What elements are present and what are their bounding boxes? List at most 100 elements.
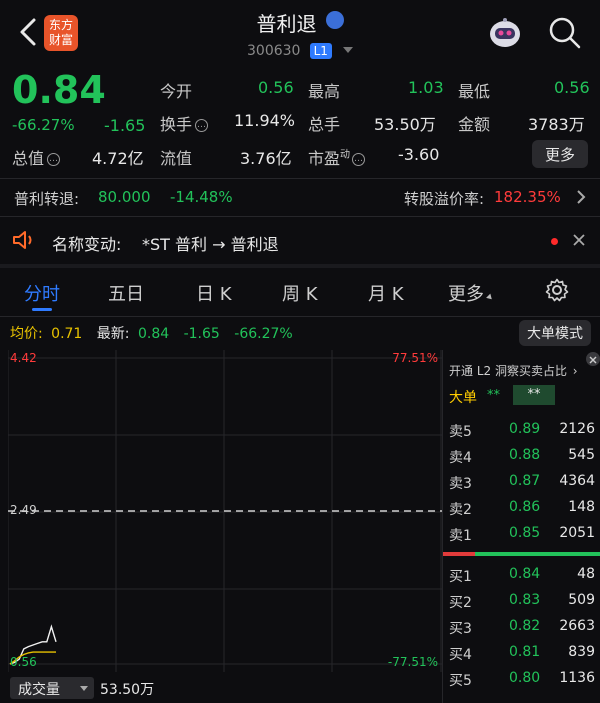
bid-row[interactable]: 买2 0.83 509 bbox=[443, 589, 600, 613]
tab-more[interactable]: 更多 bbox=[448, 280, 494, 306]
ask-row[interactable]: 卖4 0.88 545 bbox=[443, 444, 600, 468]
ask-level-label: 卖1 bbox=[449, 528, 472, 544]
chevron-down-icon bbox=[80, 686, 88, 691]
bid-row[interactable]: 买5 0.80 1136 bbox=[443, 667, 600, 691]
chart-info-row: 均价: 0.71 最新: 0.84 -1.65 -66.27% bbox=[10, 323, 293, 343]
bid-volume: 48 bbox=[577, 566, 595, 582]
bid-price: 0.82 bbox=[509, 618, 541, 634]
robot-assistant-icon[interactable] bbox=[486, 14, 524, 52]
ask-row[interactable]: 卖1 0.85 2051 bbox=[443, 522, 600, 546]
tab-weekly-k[interactable]: 周 K bbox=[282, 280, 318, 306]
float-value: 3.76亿 bbox=[240, 149, 292, 168]
bid-row[interactable]: 买1 0.84 48 bbox=[443, 563, 600, 587]
change-pct: -66.27% bbox=[12, 116, 75, 134]
bid-row[interactable]: 买4 0.81 839 bbox=[443, 641, 600, 665]
tab-active-indicator bbox=[32, 308, 52, 311]
pct-axis-bottom: -77.51% bbox=[387, 655, 438, 669]
bid-price: 0.80 bbox=[509, 670, 541, 686]
low-value: 0.56 bbox=[554, 78, 590, 97]
big-order-label: 大单 bbox=[449, 390, 477, 406]
info-icon[interactable]: … bbox=[195, 119, 209, 132]
open-value: 0.56 bbox=[258, 78, 294, 97]
tab-monthly-k[interactable]: 月 K bbox=[368, 280, 404, 306]
ask-price: 0.86 bbox=[509, 499, 541, 515]
chart-canvas bbox=[8, 350, 442, 672]
notice-label: 名称变动: bbox=[52, 235, 122, 254]
change-value: -1.65 bbox=[104, 116, 146, 135]
intraday-chart[interactable]: 4.42 2.49 0.56 77.51% -77.51% bbox=[8, 350, 442, 672]
pe-label: 市盈动… bbox=[308, 149, 366, 168]
ask-row[interactable]: 卖5 0.89 2126 bbox=[443, 418, 600, 442]
ask-row[interactable]: 卖2 0.86 148 bbox=[443, 496, 600, 520]
last-price: 0.84 bbox=[12, 68, 106, 112]
tab-daily-k[interactable]: 日 K bbox=[196, 280, 232, 306]
stock-code: 300630 bbox=[247, 43, 301, 59]
bond-label: 普利转退: bbox=[14, 190, 80, 208]
bid-level-label: 买3 bbox=[449, 621, 472, 637]
tab-five-day[interactable]: 五日 bbox=[108, 280, 144, 306]
open-label: 今开 bbox=[160, 82, 193, 101]
info-icon[interactable]: … bbox=[47, 153, 61, 166]
chevron-down-icon bbox=[342, 47, 353, 53]
high-value: 1.03 bbox=[408, 78, 444, 97]
bond-price: 80.000 bbox=[98, 188, 151, 206]
close-icon[interactable] bbox=[586, 352, 600, 366]
ask-volume: 2051 bbox=[559, 525, 595, 541]
bond-row[interactable]: 普利转退: 80.000 -14.48% 转股溢价率: 182.35% bbox=[0, 180, 600, 214]
bid-level-label: 买5 bbox=[449, 673, 472, 689]
ask-row[interactable]: 卖3 0.87 4364 bbox=[443, 470, 600, 494]
volume-selector[interactable]: 成交量 bbox=[10, 677, 94, 699]
chevron-right-icon bbox=[576, 189, 586, 209]
triangle-icon bbox=[486, 293, 494, 302]
ask-price: 0.87 bbox=[509, 473, 541, 489]
low-label: 最低 bbox=[458, 82, 491, 101]
notice-text: *ST 普利 → 普利退 bbox=[142, 235, 279, 254]
ask-level-label: 卖3 bbox=[449, 476, 472, 492]
close-icon[interactable] bbox=[572, 232, 586, 251]
search-icon[interactable] bbox=[548, 16, 582, 50]
divider bbox=[0, 178, 600, 179]
bid-ask-ratio-bar bbox=[443, 552, 600, 556]
tab-intraday[interactable]: 分时 bbox=[24, 280, 60, 306]
volume-value: 53.50万 bbox=[374, 115, 436, 134]
bid-price: 0.84 bbox=[509, 566, 541, 582]
bid-ratio-segment bbox=[443, 552, 475, 556]
l2-banner[interactable]: 开通 L2 洞察买卖占比 › bbox=[449, 362, 578, 379]
bid-price: 0.81 bbox=[509, 644, 541, 660]
ask-volume: 545 bbox=[568, 447, 595, 463]
ask-level-label: 卖4 bbox=[449, 450, 472, 466]
notice-bar[interactable]: 名称变动: *ST 普利 → 普利退 bbox=[0, 222, 600, 258]
ask-level-label: 卖5 bbox=[449, 424, 472, 440]
total-value-label: 总值… bbox=[12, 149, 61, 168]
ask-price: 0.88 bbox=[509, 447, 541, 463]
ask-volume: 4364 bbox=[559, 473, 595, 489]
order-book-panel: 开通 L2 洞察买卖占比 › 大单 ** ** 卖5 0.89 2126 卖4 0.88… bbox=[442, 350, 600, 703]
ask-price: 0.85 bbox=[509, 525, 541, 541]
latest-change-pct: -66.27% bbox=[234, 326, 293, 342]
section-gap bbox=[0, 264, 600, 268]
bid-level-label: 买2 bbox=[449, 595, 472, 611]
speaker-icon bbox=[12, 230, 36, 254]
bid-row[interactable]: 买3 0.82 2663 bbox=[443, 615, 600, 639]
volume-selector-label: 成交量 bbox=[18, 682, 60, 698]
pe-value: -3.60 bbox=[398, 145, 440, 164]
avg-label: 均价: bbox=[10, 326, 43, 342]
premium-label: 转股溢价率: bbox=[404, 190, 485, 208]
big-order-mode-button[interactable]: 大单模式 bbox=[519, 320, 591, 346]
y-axis-bottom: 0.56 bbox=[10, 655, 37, 669]
turnover-value: 11.94% bbox=[234, 111, 296, 130]
avg-value: 0.71 bbox=[51, 326, 83, 342]
stock-name: 普利退 bbox=[256, 12, 317, 36]
volume-label: 总手 bbox=[308, 115, 341, 134]
turnover-label: 换手… bbox=[160, 115, 209, 134]
latest-value: 0.84 bbox=[137, 326, 170, 342]
shield-badge-icon bbox=[325, 11, 344, 29]
more-button[interactable]: 更多 bbox=[532, 140, 588, 168]
y-axis-mid: 2.49 bbox=[10, 503, 37, 517]
gear-icon[interactable] bbox=[545, 278, 569, 306]
pct-axis-top: 77.51% bbox=[392, 351, 438, 365]
info-icon[interactable]: … bbox=[352, 153, 366, 166]
float-label: 流值 bbox=[160, 149, 193, 168]
high-label: 最高 bbox=[308, 82, 341, 101]
level-badge: L1 bbox=[309, 43, 332, 59]
